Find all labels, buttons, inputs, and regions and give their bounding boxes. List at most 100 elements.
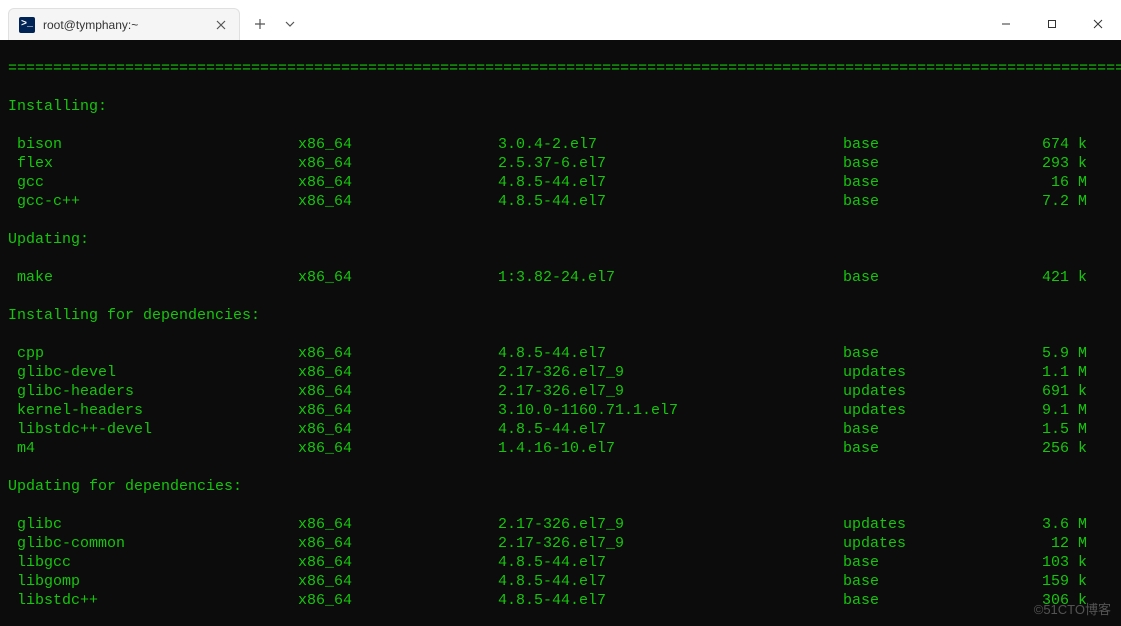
package-repo: base: [843, 135, 1033, 154]
package-arch: x86_64: [298, 534, 498, 553]
package-row: libstdc++-develx86_644.8.5-44.el7base1.5…: [8, 420, 1113, 439]
watermark: ©51CTO博客: [1034, 599, 1111, 618]
package-name: gcc-c++: [8, 192, 298, 211]
package-arch: x86_64: [298, 192, 498, 211]
package-repo: base: [843, 344, 1033, 363]
package-size: 256 k: [1033, 439, 1113, 458]
tab-title: root@tymphany:~: [43, 18, 205, 32]
package-version: 2.17-326.el7_9: [498, 382, 843, 401]
package-version: 2.17-326.el7_9: [498, 515, 843, 534]
package-size: 421 k: [1033, 268, 1113, 287]
package-name: libstdc++: [8, 591, 298, 610]
package-row: libstdc++x86_644.8.5-44.el7base306 k: [8, 591, 1113, 610]
tab-active[interactable]: >_ root@tymphany:~: [8, 8, 240, 40]
package-size: 674 k: [1033, 135, 1113, 154]
package-size: 1.1 M: [1033, 363, 1113, 382]
maximize-button[interactable]: [1029, 8, 1075, 40]
close-tab-button[interactable]: [213, 17, 229, 33]
package-row: m4x86_641.4.16-10.el7base256 k: [8, 439, 1113, 458]
package-size: 9.1 M: [1033, 401, 1113, 420]
package-version: 3.10.0-1160.71.1.el7: [498, 401, 843, 420]
package-row: bisonx86_643.0.4-2.el7base674 k: [8, 135, 1113, 154]
package-row: glibc-commonx86_642.17-326.el7_9updates1…: [8, 534, 1113, 553]
package-repo: base: [843, 173, 1033, 192]
new-tab-button[interactable]: [244, 8, 276, 40]
package-arch: x86_64: [298, 173, 498, 192]
package-arch: x86_64: [298, 439, 498, 458]
package-name: make: [8, 268, 298, 287]
package-arch: x86_64: [298, 420, 498, 439]
package-repo: updates: [843, 401, 1033, 420]
package-row: kernel-headersx86_643.10.0-1160.71.1.el7…: [8, 401, 1113, 420]
package-size: 1.5 M: [1033, 420, 1113, 439]
terminal-output[interactable]: ========================================…: [0, 40, 1121, 626]
package-repo: base: [843, 154, 1033, 173]
package-repo: base: [843, 420, 1033, 439]
minimize-button[interactable]: [983, 8, 1029, 40]
package-name: glibc-devel: [8, 363, 298, 382]
package-name: libgomp: [8, 572, 298, 591]
package-name: m4: [8, 439, 298, 458]
package-row: flexx86_642.5.37-6.el7base293 k: [8, 154, 1113, 173]
package-size: 691 k: [1033, 382, 1113, 401]
package-version: 4.8.5-44.el7: [498, 420, 843, 439]
package-version: 2.17-326.el7_9: [498, 363, 843, 382]
package-version: 4.8.5-44.el7: [498, 572, 843, 591]
package-arch: x86_64: [298, 344, 498, 363]
package-row: glibc-headersx86_642.17-326.el7_9updates…: [8, 382, 1113, 401]
package-name: glibc: [8, 515, 298, 534]
package-arch: x86_64: [298, 363, 498, 382]
package-repo: updates: [843, 515, 1033, 534]
tab-dropdown-button[interactable]: [276, 8, 304, 40]
package-size: 16 M: [1033, 173, 1113, 192]
package-repo: updates: [843, 363, 1033, 382]
package-version: 3.0.4-2.el7: [498, 135, 843, 154]
package-name: gcc: [8, 173, 298, 192]
package-size: 103 k: [1033, 553, 1113, 572]
package-repo: updates: [843, 382, 1033, 401]
package-name: cpp: [8, 344, 298, 363]
package-repo: base: [843, 268, 1033, 287]
package-repo: base: [843, 553, 1033, 572]
package-row: gccx86_644.8.5-44.el7base16 M: [8, 173, 1113, 192]
package-size: 159 k: [1033, 572, 1113, 591]
package-size: 293 k: [1033, 154, 1113, 173]
package-version: 4.8.5-44.el7: [498, 553, 843, 572]
package-repo: base: [843, 572, 1033, 591]
package-repo: base: [843, 192, 1033, 211]
package-arch: x86_64: [298, 572, 498, 591]
package-arch: x86_64: [298, 382, 498, 401]
package-row: cppx86_644.8.5-44.el7base5.9 M: [8, 344, 1113, 363]
section-updating: Updating:: [8, 230, 1113, 249]
titlebar: >_ root@tymphany:~: [0, 0, 1121, 40]
package-arch: x86_64: [298, 591, 498, 610]
package-name: libgcc: [8, 553, 298, 572]
package-arch: x86_64: [298, 401, 498, 420]
close-window-button[interactable]: [1075, 8, 1121, 40]
package-row: makex86_641:3.82-24.el7base421 k: [8, 268, 1113, 287]
package-row: gcc-c++x86_644.8.5-44.el7base7.2 M: [8, 192, 1113, 211]
package-version: 4.8.5-44.el7: [498, 173, 843, 192]
package-name: libstdc++-devel: [8, 420, 298, 439]
package-name: bison: [8, 135, 298, 154]
package-version: 1:3.82-24.el7: [498, 268, 843, 287]
package-name: glibc-headers: [8, 382, 298, 401]
package-arch: x86_64: [298, 515, 498, 534]
package-repo: updates: [843, 534, 1033, 553]
package-size: 12 M: [1033, 534, 1113, 553]
package-row: libgccx86_644.8.5-44.el7base103 k: [8, 553, 1113, 572]
package-repo: base: [843, 591, 1033, 610]
section-installing-deps: Installing for dependencies:: [8, 306, 1113, 325]
package-row: libgompx86_644.8.5-44.el7base159 k: [8, 572, 1113, 591]
package-size: 7.2 M: [1033, 192, 1113, 211]
separator-line: ========================================…: [8, 59, 1113, 78]
package-row: glibc-develx86_642.17-326.el7_9updates1.…: [8, 363, 1113, 382]
package-arch: x86_64: [298, 268, 498, 287]
package-version: 2.5.37-6.el7: [498, 154, 843, 173]
powershell-icon: >_: [19, 17, 35, 33]
package-name: kernel-headers: [8, 401, 298, 420]
package-version: 4.8.5-44.el7: [498, 591, 843, 610]
section-installing: Installing:: [8, 97, 1113, 116]
package-version: 4.8.5-44.el7: [498, 344, 843, 363]
package-row: glibcx86_642.17-326.el7_9updates3.6 M: [8, 515, 1113, 534]
